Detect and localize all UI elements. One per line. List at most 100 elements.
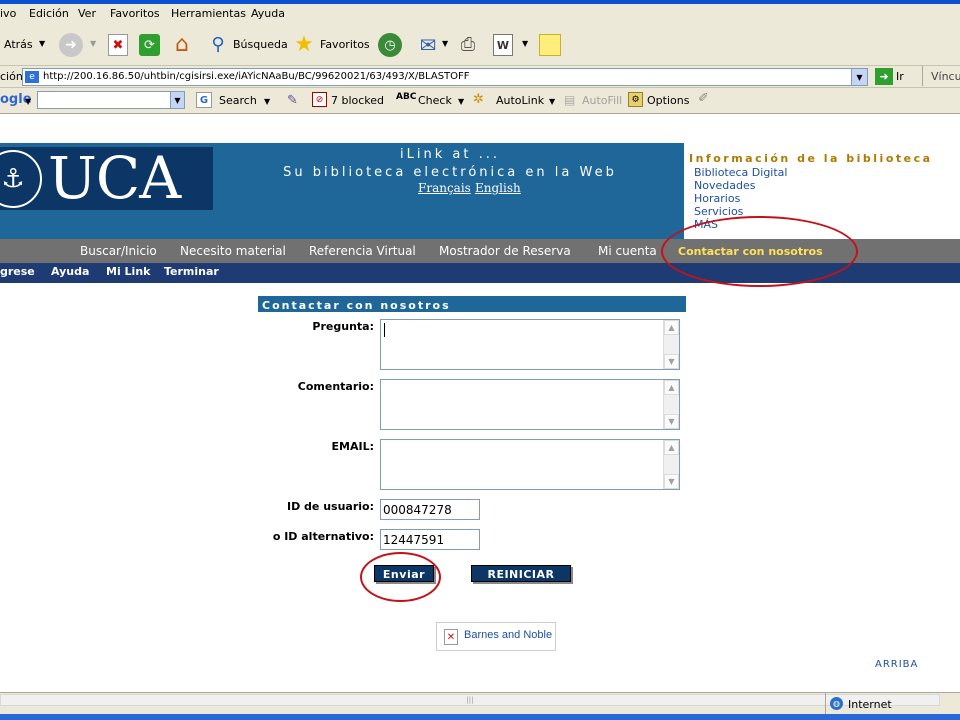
menu-archivo[interactable]: ivo (0, 7, 16, 20)
back-dropdown-icon[interactable]: ▼ (39, 40, 45, 48)
subnav-ingrese[interactable]: grese (0, 265, 35, 278)
check-dropdown-icon[interactable]: ▼ (458, 97, 464, 106)
scroll-down-icon[interactable]: ▼ (664, 414, 679, 429)
menu-ver[interactable]: Ver (78, 7, 96, 20)
tagline: Su biblioteca electrónica en la Web (283, 165, 617, 180)
google-dropdown-icon[interactable]: ▼ (25, 97, 31, 106)
google-search-button[interactable]: Search (219, 94, 257, 107)
alt-id-input[interactable]: 12447591 (380, 529, 480, 550)
menu-herramientas[interactable]: Herramientas (171, 7, 246, 20)
scroll-down-icon[interactable]: ▼ (664, 474, 679, 489)
partner-box[interactable]: ✕ Barnes and Noble (436, 622, 556, 651)
edit-dropdown-icon[interactable]: ▼ (522, 40, 528, 48)
autolink-icon: ✲ (473, 92, 484, 107)
stop-icon[interactable]: ✖ (108, 34, 128, 56)
menu-edicion[interactable]: Edición (29, 7, 69, 20)
address-label: ción (0, 70, 23, 83)
spellcheck-icon: ABC (396, 92, 417, 102)
refresh-icon[interactable]: ⟳ (139, 34, 160, 56)
links-label[interactable]: Víncul (931, 70, 960, 83)
main-nav: Buscar/Inicio Necesito material Referenc… (0, 239, 960, 263)
nav-contactar[interactable]: Contactar con nosotros (678, 245, 823, 258)
scroll-down-icon[interactable]: ▼ (664, 354, 679, 369)
menu-ayuda[interactable]: Ayuda (251, 7, 285, 20)
internet-zone-icon: ◍ (830, 697, 843, 710)
options-button[interactable]: Options (647, 94, 689, 107)
mail-dropdown-icon[interactable]: ▼ (442, 40, 448, 48)
edit-word-icon[interactable]: W (493, 34, 513, 56)
search-dropdown-icon[interactable]: ▼ (264, 97, 270, 106)
comentario-label: Comentario: (297, 380, 374, 393)
autofill-button[interactable]: AutoFill (582, 94, 622, 107)
spellcheck-button[interactable]: Check (418, 94, 452, 107)
address-dropdown-icon[interactable]: ▼ (851, 69, 867, 85)
favorites-star-icon[interactable]: ★ (292, 33, 316, 57)
nav-referencia-virtual[interactable]: Referencia Virtual (309, 244, 416, 258)
pregunta-scrollbar[interactable]: ▲ ▼ (663, 320, 679, 369)
menu-favoritos[interactable]: Favoritos (110, 7, 160, 20)
partner-link[interactable]: Barnes and Noble (464, 629, 552, 641)
search-button-label[interactable]: Búsqueda (233, 38, 288, 51)
go-arrow-icon[interactable]: ➜ (875, 68, 893, 85)
info-link-digital[interactable]: Biblioteca Digital (694, 166, 787, 179)
comentario-textarea[interactable]: ▲ ▼ (380, 379, 680, 430)
subnav-mi-link[interactable]: Mi Link (106, 265, 150, 278)
back-button-label[interactable]: Atrás (4, 38, 33, 51)
address-input[interactable]: e http://200.16.86.50/uhtbin/cgisirsi.ex… (22, 68, 868, 86)
ilink-heading: iLink at ... (400, 147, 500, 162)
news-icon[interactable]: ✎ (287, 93, 298, 108)
enviar-button[interactable]: Enviar (374, 565, 434, 582)
menu-bar: ivo Edición Ver Favoritos Herramientas A… (0, 4, 960, 24)
user-id-input[interactable]: 000847278 (380, 499, 480, 520)
logo-text: UCA (48, 144, 181, 212)
popup-blocked-count[interactable]: 7 blocked (331, 94, 384, 107)
info-link-horarios[interactable]: Horarios (694, 192, 740, 205)
scroll-thumb-icon[interactable]: ||| (456, 696, 484, 704)
google-search-input[interactable]: ▼ (37, 91, 185, 109)
email-scrollbar[interactable]: ▲ ▼ (663, 440, 679, 489)
search-icon[interactable]: ⚲ (206, 33, 230, 57)
scroll-up-icon[interactable]: ▲ (664, 380, 679, 395)
info-link-mas[interactable]: MÁS (694, 218, 718, 231)
standard-toolbar: Atrás ▼ ➜ ▼ ✖ ⟳ ⌂ ⚲ Búsqueda ★ Favoritos… (0, 24, 960, 66)
scroll-up-icon[interactable]: ▲ (664, 320, 679, 335)
subnav-terminar[interactable]: Terminar (164, 265, 219, 278)
print-icon[interactable]: ⎙ (456, 34, 480, 56)
home-icon[interactable]: ⌂ (170, 33, 194, 57)
comentario-scrollbar[interactable]: ▲ ▼ (663, 380, 679, 429)
pregunta-textarea[interactable]: ▲ ▼ (380, 319, 680, 370)
options-icon: ⚙ (628, 92, 643, 107)
nav-necesito-material[interactable]: Necesito material (180, 244, 286, 258)
info-link-novedades[interactable]: Novedades (694, 179, 755, 192)
lang-french-link[interactable]: Français (418, 181, 471, 195)
go-button-label[interactable]: Ir (896, 70, 904, 83)
popup-blocker-icon: ⊘ (312, 92, 327, 107)
email-label: EMAIL: (331, 440, 374, 453)
text-cursor (384, 323, 385, 337)
alt-id-label: o ID alternativo: (272, 530, 374, 543)
info-link-servicios[interactable]: Servicios (694, 205, 743, 218)
back-to-top-link[interactable]: ARRIBA (875, 659, 918, 670)
reiniciar-button[interactable]: REINICIAR (471, 565, 571, 582)
history-icon[interactable]: ◷ (378, 33, 402, 57)
email-textarea[interactable]: ▲ ▼ (380, 439, 680, 490)
horizontal-scrollbar[interactable]: ||| (0, 694, 940, 706)
forward-icon[interactable]: ➜ (59, 33, 83, 57)
favorites-button-label[interactable]: Favoritos (320, 38, 370, 51)
mail-icon[interactable]: ✉ (416, 34, 440, 56)
google-g-icon: G (196, 92, 212, 108)
uca-logo[interactable]: ⚓ UCA (0, 147, 213, 210)
autolink-button[interactable]: AutoLink (496, 94, 544, 107)
autolink-dropdown-icon[interactable]: ▼ (549, 97, 555, 106)
google-input-dropdown-icon[interactable]: ▼ (170, 92, 184, 108)
nav-mi-cuenta[interactable]: Mi cuenta (598, 244, 657, 258)
google-toolbar: ogle ▼ ▼ G Search ▼ ✎ ⊘ 7 blocked ABC Ch… (0, 88, 960, 114)
scroll-up-icon[interactable]: ▲ (664, 440, 679, 455)
subnav-ayuda[interactable]: Ayuda (51, 265, 89, 278)
forward-dropdown-icon[interactable]: ▼ (90, 40, 96, 48)
notes-icon[interactable] (539, 34, 561, 56)
lang-english-link[interactable]: English (475, 181, 521, 195)
nav-buscar[interactable]: Buscar/Inicio (80, 244, 157, 258)
nav-mostrador-reserva[interactable]: Mostrador de Reserva (439, 244, 571, 258)
highlighter-pen-icon[interactable]: ✐ (698, 91, 709, 106)
